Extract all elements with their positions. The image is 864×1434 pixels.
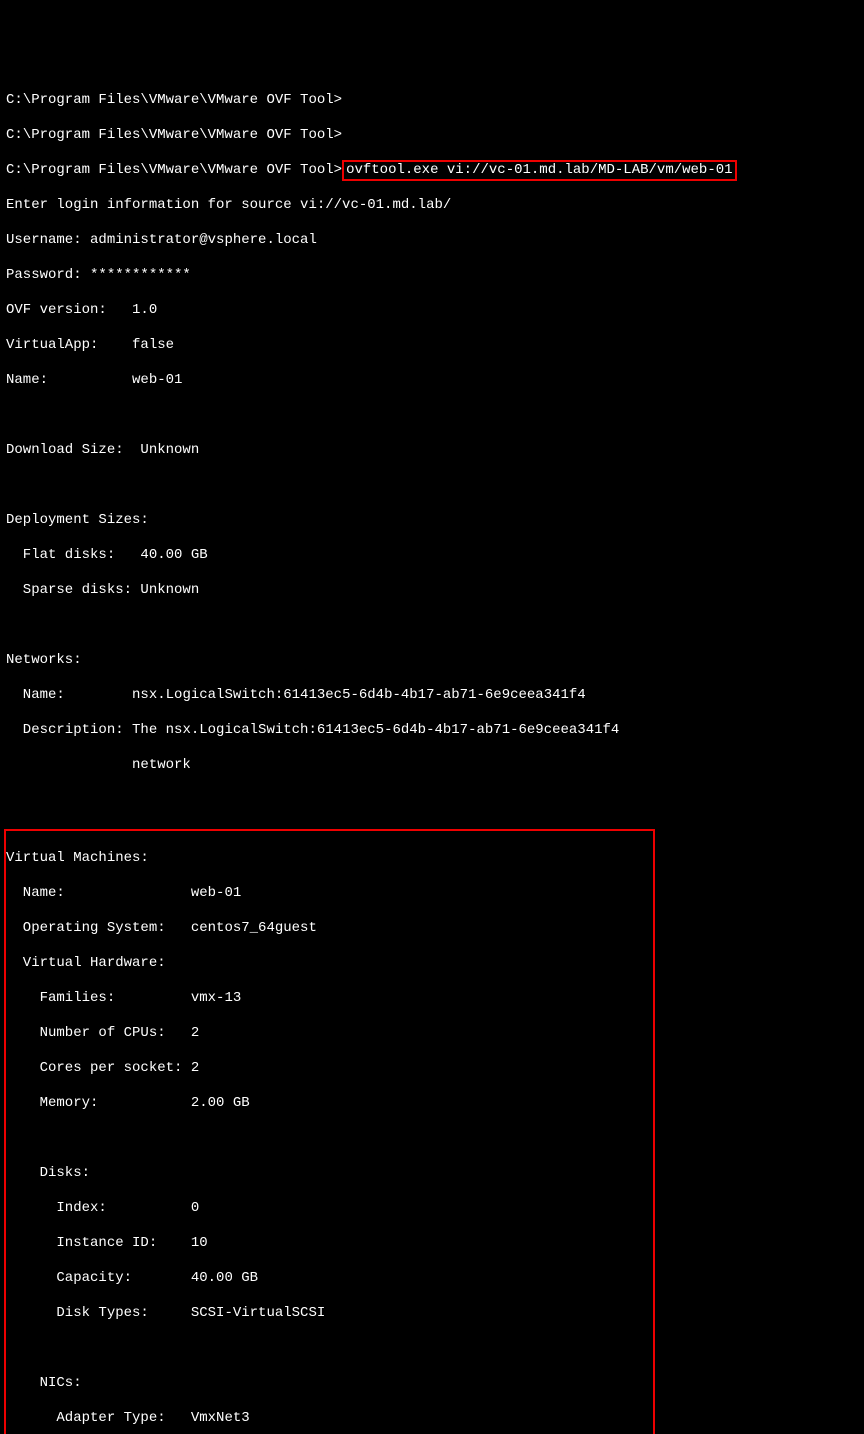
vm-cores-label: Cores per socket: (6, 1060, 191, 1076)
network-desc-value: The nsx.LogicalSwitch:61413ec5-6d4b-4b17… (132, 722, 619, 738)
disk-index-line: Index: 0 (6, 1200, 645, 1218)
username-value: administrator@vsphere.local (90, 232, 317, 248)
network-desc-line: Description: The nsx.LogicalSwitch:61413… (6, 722, 858, 740)
vm-os-value: centos7_64guest (191, 920, 317, 936)
disk-instance-line: Instance ID: 10 (6, 1235, 645, 1253)
prompt-text: C:\Program Files\VMware\VMware OVF Tool> (6, 162, 342, 178)
username-label: Username: (6, 232, 90, 248)
vm-name-value: web-01 (191, 885, 241, 901)
virtualapp-value: false (132, 337, 174, 353)
blank-line (6, 792, 858, 810)
networks-header: Networks: (6, 652, 858, 670)
network-name-value: nsx.LogicalSwitch:61413ec5-6d4b-4b17-ab7… (132, 687, 586, 703)
network-name-line: Name: nsx.LogicalSwitch:61413ec5-6d4b-4b… (6, 687, 858, 705)
download-size-value: Unknown (140, 442, 199, 458)
password-label: Password: (6, 267, 90, 283)
vm-cores-value: 2 (191, 1060, 199, 1076)
command-highlight: ovftool.exe vi://vc-01.md.lab/MD-LAB/vm/… (342, 160, 736, 182)
disk-index-value: 0 (191, 1200, 199, 1216)
vm-info-highlight: Virtual Machines: Name: web-01 Operating… (4, 829, 655, 1434)
virtualapp-label: VirtualApp: (6, 337, 132, 353)
virtualapp-line: VirtualApp: false (6, 337, 858, 355)
nic-adapter-label: Adapter Type: (6, 1410, 191, 1426)
disk-capacity-line: Capacity: 40.00 GB (6, 1270, 645, 1288)
blank-line (6, 617, 858, 635)
nic-adapter-value: VmxNet3 (191, 1410, 250, 1426)
vm-cpus-label: Number of CPUs: (6, 1025, 191, 1041)
blank-line (6, 1130, 645, 1148)
flat-disks-line: Flat disks: 40.00 GB (6, 547, 858, 565)
sparse-disks-line: Sparse disks: Unknown (6, 582, 858, 600)
disk-types-label: Disk Types: (6, 1305, 191, 1321)
name-value: web-01 (132, 372, 182, 388)
nic-adapter-line: Adapter Type: VmxNet3 (6, 1410, 645, 1428)
disk-capacity-value: 40.00 GB (191, 1270, 258, 1286)
flat-disks-value: 40.00 GB (140, 547, 207, 563)
ovf-version-line: OVF version: 1.0 (6, 302, 858, 320)
vm-cores-line: Cores per socket: 2 (6, 1060, 645, 1078)
disk-instance-label: Instance ID: (6, 1235, 191, 1251)
download-size-label: Download Size: (6, 442, 140, 458)
vm-memory-label: Memory: (6, 1095, 191, 1111)
network-name-label: Name: (6, 687, 132, 703)
vm-hardware-header: Virtual Hardware: (6, 955, 645, 973)
nics-header: NICs: (6, 1375, 645, 1393)
disk-types-value: SCSI-VirtualSCSI (191, 1305, 325, 1321)
login-info: Enter login information for source vi://… (6, 197, 858, 215)
disks-header: Disks: (6, 1165, 645, 1183)
vm-header: Virtual Machines: (6, 850, 645, 868)
ovf-version-label: OVF version: (6, 302, 132, 318)
vm-families-line: Families: vmx-13 (6, 990, 645, 1008)
download-size-line: Download Size: Unknown (6, 442, 858, 460)
flat-disks-label: Flat disks: (6, 547, 140, 563)
terminal-output[interactable]: C:\Program Files\VMware\VMware OVF Tool>… (6, 74, 858, 1434)
deployment-sizes-header: Deployment Sizes: (6, 512, 858, 530)
vm-os-label: Operating System: (6, 920, 191, 936)
username-line: Username: administrator@vsphere.local (6, 232, 858, 250)
vm-memory-line: Memory: 2.00 GB (6, 1095, 645, 1113)
vm-name-line: Name: web-01 (6, 885, 645, 903)
vm-cpus-line: Number of CPUs: 2 (6, 1025, 645, 1043)
vm-memory-value: 2.00 GB (191, 1095, 250, 1111)
name-line: Name: web-01 (6, 372, 858, 390)
network-desc-label: Description: (6, 722, 132, 738)
blank-line (6, 407, 858, 425)
blank-line (6, 477, 858, 495)
ovf-version-value: 1.0 (132, 302, 157, 318)
vm-cpus-value: 2 (191, 1025, 199, 1041)
disk-index-label: Index: (6, 1200, 191, 1216)
name-label: Name: (6, 372, 132, 388)
password-value: ************ (90, 267, 191, 283)
sparse-disks-label: Sparse disks: (6, 582, 140, 598)
password-line: Password: ************ (6, 267, 858, 285)
disk-capacity-label: Capacity: (6, 1270, 191, 1286)
vm-families-value: vmx-13 (191, 990, 241, 1006)
sparse-disks-value: Unknown (140, 582, 199, 598)
prompt-line: C:\Program Files\VMware\VMware OVF Tool> (6, 92, 858, 110)
vm-name-label: Name: (6, 885, 191, 901)
prompt-line: C:\Program Files\VMware\VMware OVF Tool> (6, 127, 858, 145)
blank-line (6, 1340, 645, 1358)
command-line: C:\Program Files\VMware\VMware OVF Tool>… (6, 162, 858, 180)
vm-os-line: Operating System: centos7_64guest (6, 920, 645, 938)
disk-instance-value: 10 (191, 1235, 208, 1251)
vm-families-label: Families: (6, 990, 191, 1006)
disk-types-line: Disk Types: SCSI-VirtualSCSI (6, 1305, 645, 1323)
network-desc-cont: network (6, 757, 858, 775)
